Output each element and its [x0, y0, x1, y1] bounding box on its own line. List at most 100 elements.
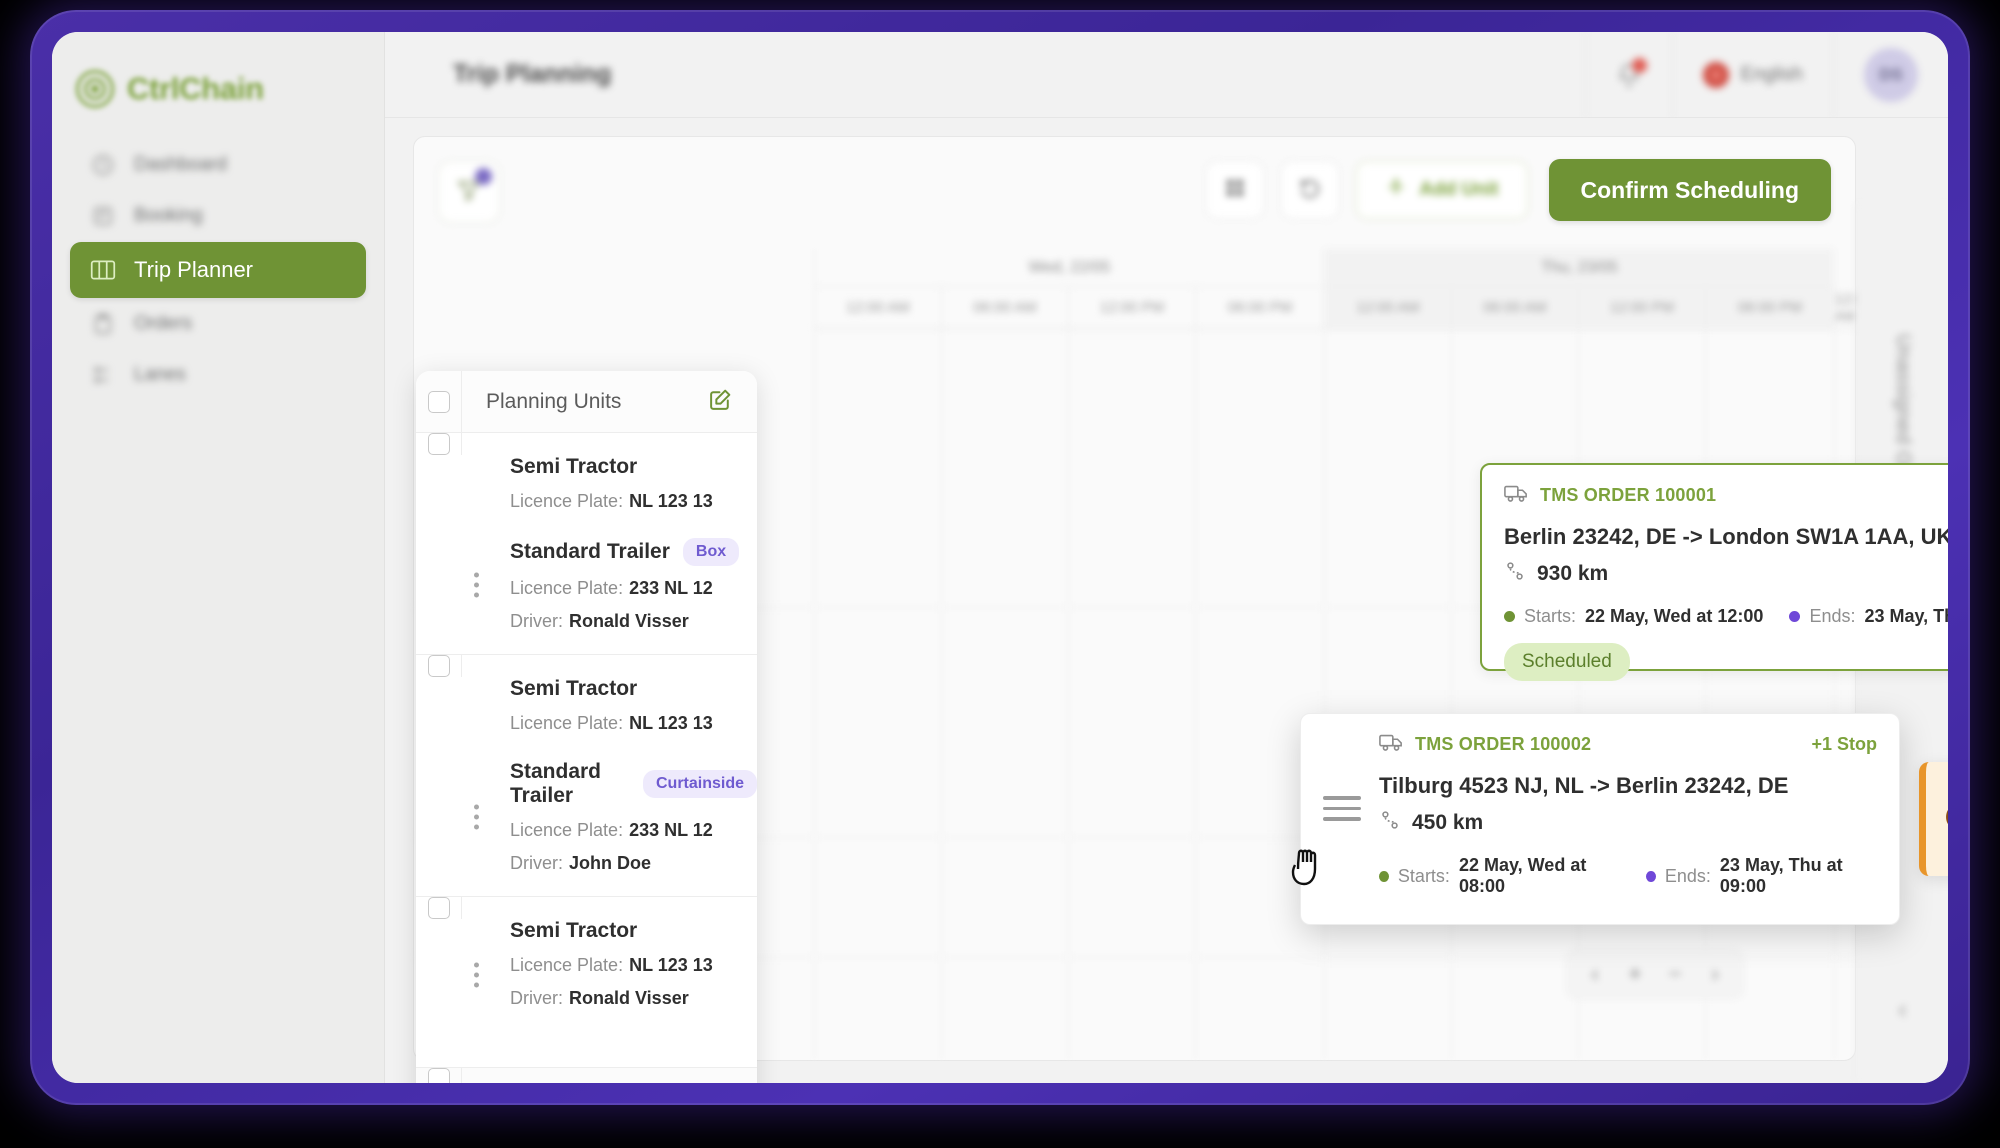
brand: CtrlChain — [52, 32, 384, 118]
planning-units-header: Planning Units — [416, 371, 757, 433]
start-dot-icon — [1504, 611, 1515, 622]
start-dot-icon — [1379, 870, 1389, 882]
order-route: Tilburg 4523 NJ, NL -> Berlin 23242, DE — [1379, 773, 1789, 798]
sidebar-item-label: Dashboard — [134, 154, 227, 175]
chevron-left-icon[interactable]: ‹ — [1898, 994, 1907, 1025]
select-all-checkbox[interactable] — [427, 390, 450, 413]
bell-icon — [1616, 57, 1647, 88]
plate-value: 233 NL 12 — [629, 578, 713, 598]
order-end-label: Ends: — [1664, 865, 1711, 886]
device-frame: CtrlChain Dashboard Booking Trip Planner… — [30, 10, 1970, 1105]
status-badge: Scheduled — [1504, 643, 1630, 681]
timeline-next-button[interactable]: › — [1698, 957, 1732, 991]
row-checkbox-cell[interactable] — [416, 655, 462, 677]
trailer-driver: Driver: Ronald Visser — [510, 611, 757, 632]
row-checkbox[interactable] — [427, 433, 450, 455]
trailer-title-text: Standard Trailer — [510, 540, 670, 563]
tractor-block: Semi Tractor Licence Plate: NL 123 13 — [462, 677, 757, 734]
booking-icon — [90, 203, 116, 229]
driver-label: Driver: — [510, 611, 563, 631]
tractor-block: Semi Tractor Licence Plate: NL 123 13 Dri… — [462, 919, 757, 1009]
trailer-type-chip: Box — [682, 538, 740, 566]
main-area: Add Unit Confirm Scheduling Wed, 22/05 T… — [385, 118, 1948, 1083]
order-start-value: 22 May, Wed at 08:00 — [1458, 855, 1587, 896]
driver-value: Ronald Visser — [569, 611, 689, 631]
end-dot-icon — [1789, 611, 1801, 622]
table-row[interactable]: Semi Tractor Licence Plate:NL 123 13 Sta… — [416, 655, 757, 897]
trailer-block: Standard Trailer Curtainside Licence Pla… — [462, 760, 757, 874]
trailer-title-text: Standard Trailer — [510, 760, 602, 807]
zoom-out-button[interactable]: − — [1658, 957, 1692, 991]
zoom-controls: ‹ + − › — [1567, 950, 1743, 998]
truck-icon — [1504, 483, 1528, 508]
order-end: Ends: 23 May, Thu at 09:00 — [1645, 855, 1877, 897]
truck-icon — [1379, 732, 1403, 757]
info-circle-icon — [1944, 801, 1948, 838]
driver-value: John Doe — [569, 853, 652, 873]
tractor-plate: Licence Plate: NL 123 13 — [510, 713, 757, 734]
empty-km-tooltip: From previous location to next stop you … — [1919, 762, 1948, 876]
sidebar-item-label: Booking — [134, 205, 203, 226]
order-end-value: 23 May, Thu at 09:00 — [1719, 855, 1843, 896]
columns-icon — [90, 257, 116, 283]
tractor-title: Semi Tractor — [510, 455, 638, 478]
row-checkbox[interactable] — [427, 1068, 450, 1083]
zoom-in-button[interactable]: + — [1618, 957, 1652, 991]
row-checkbox-cell[interactable] — [416, 897, 462, 919]
route-pin-icon — [1379, 809, 1401, 837]
drag-handle-icon[interactable] — [1323, 796, 1361, 821]
sidebar-item-orders[interactable]: Orders — [70, 299, 366, 349]
driver-label: Driver: — [510, 853, 563, 873]
table-row[interactable]: Semi Tractor Licence Plate:NL 123 13 Sta… — [416, 433, 757, 655]
row-checkbox[interactable] — [427, 897, 450, 919]
avatar: DS — [1864, 47, 1918, 102]
row-menu-icon[interactable] — [474, 572, 479, 598]
sidebar-item-label: Lanes — [134, 364, 186, 385]
plate-label: Licence Plate: — [510, 491, 624, 511]
end-dot-icon — [1645, 870, 1656, 882]
trailer-title: Standard Trailer Box — [510, 538, 757, 566]
dashboard-icon — [90, 152, 116, 178]
tractor-title: Semi Tractor — [510, 677, 638, 700]
sidebar-item-trip-planner[interactable]: Trip Planner — [70, 242, 366, 298]
timeline-prev-button[interactable]: ‹ — [1578, 957, 1612, 991]
row-menu-icon[interactable] — [474, 804, 479, 830]
sidebar: CtrlChain Dashboard Booking Trip Planner… — [52, 32, 385, 1083]
sidebar-item-lanes[interactable]: Lanes — [70, 350, 366, 400]
page-title: Trip Planning — [453, 60, 612, 88]
row-checkbox[interactable] — [427, 655, 450, 677]
notifications-button[interactable] — [1584, 32, 1672, 117]
sidebar-item-dashboard[interactable]: Dashboard — [70, 140, 366, 190]
sidebar-item-booking[interactable]: Booking — [70, 191, 366, 241]
sidebar-item-label: Trip Planner — [134, 257, 254, 282]
table-row[interactable]: Semi Tractor Licence Plate: NL 123 13 Dri… — [416, 897, 757, 1068]
trailer-block: Standard Trailer Box Licence Plate: 233 N… — [462, 538, 757, 632]
table-row[interactable]: Semi Tractor Licence Plate:NL 123 13 Sta… — [416, 1068, 757, 1083]
select-all-cell[interactable] — [416, 371, 462, 432]
order-start: Starts: 22 May, Wed at 08:00 — [1379, 855, 1620, 897]
target-rings-logo — [76, 70, 114, 108]
edit-square-icon — [708, 389, 733, 416]
planning-units-panel: Planning Units Semi Tractor Licence Plat… — [416, 371, 757, 1083]
app-window: CtrlChain Dashboard Booking Trip Planner… — [52, 32, 1948, 1083]
sidebar-item-label: Orders — [134, 313, 193, 334]
order-distance: 450 km — [1379, 809, 1877, 837]
row-checkbox-cell[interactable] — [416, 1068, 462, 1083]
order-card[interactable]: TMS ORDER 100001 +2 Stop Berlin 23242, D… — [1480, 463, 1948, 681]
order-times: Starts: 22 May, Wed at 12:00 Ends: 23 Ma… — [1504, 606, 1948, 627]
language-selector[interactable]: English — [1671, 32, 1833, 117]
order-card-dragging[interactable]: TMS ORDER 100002 +1 Stop Tilburg 4523 NJ… — [1300, 713, 1900, 925]
plate-label: Licence Plate: — [510, 713, 624, 733]
flag-icon — [1702, 61, 1729, 88]
clipboard-icon — [90, 311, 116, 337]
row-menu-icon[interactable] — [474, 962, 479, 988]
plate-value: 233 NL 12 — [629, 820, 713, 840]
language-label: English — [1740, 63, 1803, 85]
plate-value: NL 123 13 — [629, 491, 713, 511]
tractor-plate: Licence Plate: NL 123 13 — [510, 491, 757, 512]
row-checkbox-cell[interactable] — [416, 433, 462, 455]
order-times: Starts: 22 May, Wed at 08:00 Ends: 23 Ma… — [1379, 855, 1877, 897]
edit-units-button[interactable] — [708, 387, 757, 417]
order-end: Ends: 23 May, Thu at 12:00 — [1789, 606, 1948, 627]
user-menu[interactable]: DS — [1833, 32, 1948, 117]
